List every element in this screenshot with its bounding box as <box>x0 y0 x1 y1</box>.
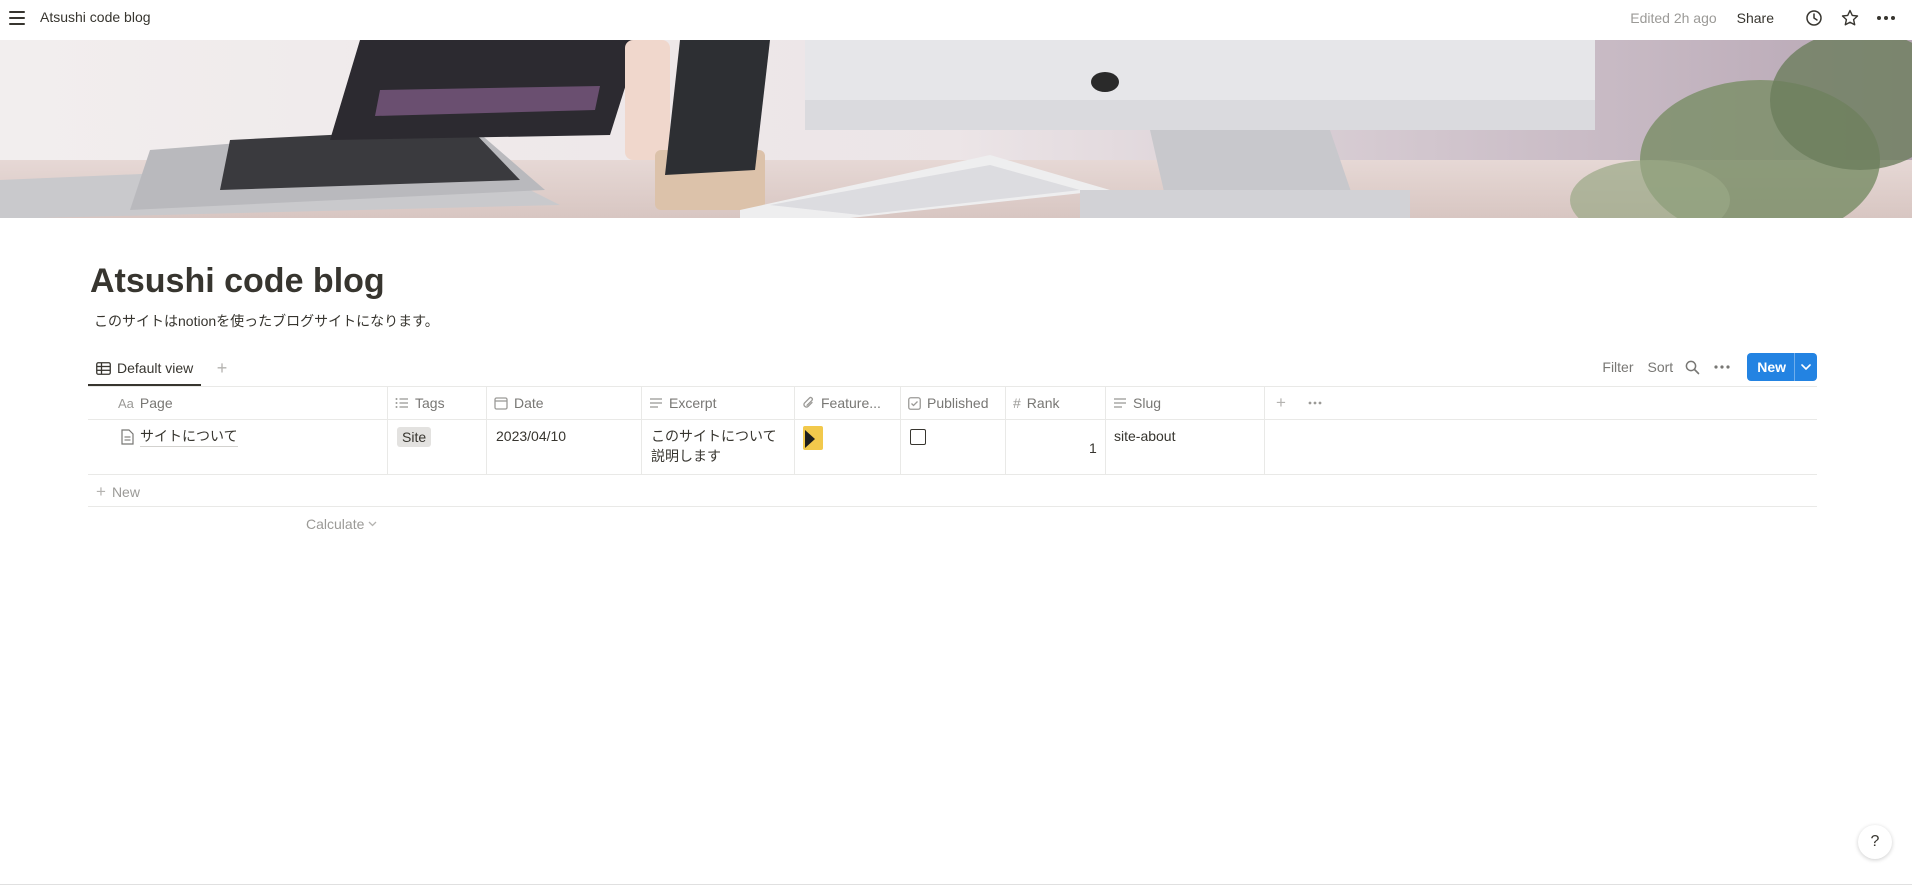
breadcrumb[interactable]: Atsushi code blog <box>40 9 151 25</box>
page-link[interactable]: サイトについて <box>140 426 238 447</box>
checkbox-icon <box>908 396 921 410</box>
help-button[interactable]: ? <box>1858 825 1892 859</box>
divider <box>1264 386 1265 474</box>
column-header-page[interactable]: Aa Page <box>110 387 173 419</box>
star-icon[interactable] <box>1838 6 1862 30</box>
new-button-label: New <box>1747 353 1795 381</box>
new-button[interactable]: New <box>1747 353 1817 381</box>
tags-cell[interactable]: Site <box>397 427 432 447</box>
divider <box>88 419 1817 420</box>
list-icon <box>395 398 408 408</box>
add-row-label: New <box>111 484 140 500</box>
column-header-date[interactable]: Date <box>486 387 544 419</box>
share-button[interactable]: Share <box>1737 10 1774 26</box>
divider <box>88 506 1817 507</box>
add-view-icon[interactable]: + <box>212 358 232 378</box>
more-options-icon[interactable] <box>1874 6 1898 30</box>
sidebar-toggle-icon[interactable] <box>6 7 28 29</box>
date-cell[interactable]: 2023/04/10 <box>496 426 566 446</box>
column-header-published[interactable]: Published <box>900 387 989 419</box>
excerpt-line: 説明します <box>651 448 721 464</box>
slug-cell[interactable]: site-about <box>1114 426 1175 446</box>
table-icon <box>96 361 111 375</box>
chevron-down-icon <box>368 521 377 527</box>
top-actions: Edited 2h ago Share <box>1630 6 1898 30</box>
filter-button[interactable]: Filter <box>1602 359 1633 375</box>
column-header-slug[interactable]: Slug <box>1105 387 1161 419</box>
tag-badge: Site <box>397 427 432 447</box>
number-icon: # <box>1013 395 1021 411</box>
rank-cell[interactable]: 1 <box>1089 438 1097 458</box>
chevron-down-icon[interactable] <box>1795 353 1817 381</box>
sort-button[interactable]: Sort <box>1648 359 1674 375</box>
page-icon <box>121 428 134 445</box>
column-header-tags[interactable]: Tags <box>387 387 445 419</box>
edited-status: Edited 2h ago <box>1630 10 1717 26</box>
calculate-label: Calculate <box>306 516 365 532</box>
featured-image-thumbnail[interactable] <box>803 426 823 455</box>
text-icon <box>1114 398 1126 408</box>
tab-label: Default view <box>117 360 194 376</box>
text-title-icon: Aa <box>118 395 134 411</box>
excerpt-cell[interactable]: このサイトについて 説明します <box>651 426 777 466</box>
paperclip-icon <box>803 396 813 408</box>
column-header-featured[interactable]: Feature... <box>794 387 881 419</box>
page-cell[interactable]: サイトについて <box>120 426 238 447</box>
calculate-button[interactable]: Calculate <box>306 516 377 532</box>
column-header-excerpt[interactable]: Excerpt <box>641 387 716 419</box>
excerpt-line: このサイトについて <box>651 428 777 444</box>
column-header-rank[interactable]: # Rank <box>1005 387 1059 419</box>
page-title[interactable]: Atsushi code blog <box>90 262 385 301</box>
calendar-icon <box>494 397 508 410</box>
page-description[interactable]: このサイトはnotionを使ったブログサイトになります。 <box>94 311 439 331</box>
search-icon[interactable] <box>1681 356 1703 378</box>
tab-default-view[interactable]: Default view <box>88 352 202 386</box>
top-bar: Atsushi code blog Edited 2h ago Share <box>0 0 1912 36</box>
checkbox[interactable] <box>910 429 926 445</box>
published-checkbox[interactable] <box>910 429 926 445</box>
divider <box>88 474 1817 475</box>
database-toolbar: Filter Sort New <box>1588 352 1817 382</box>
more-options-icon[interactable] <box>1711 356 1733 378</box>
history-icon[interactable] <box>1802 6 1826 30</box>
add-row-button[interactable]: + New <box>96 482 140 502</box>
view-tabs: Default view + Filter Sort New <box>88 352 1817 386</box>
more-options-icon[interactable] <box>1300 387 1322 419</box>
plus-icon: + <box>96 482 106 501</box>
cover-image[interactable] <box>0 40 1912 218</box>
add-property-icon[interactable]: + <box>1268 387 1286 419</box>
text-icon <box>650 398 662 408</box>
